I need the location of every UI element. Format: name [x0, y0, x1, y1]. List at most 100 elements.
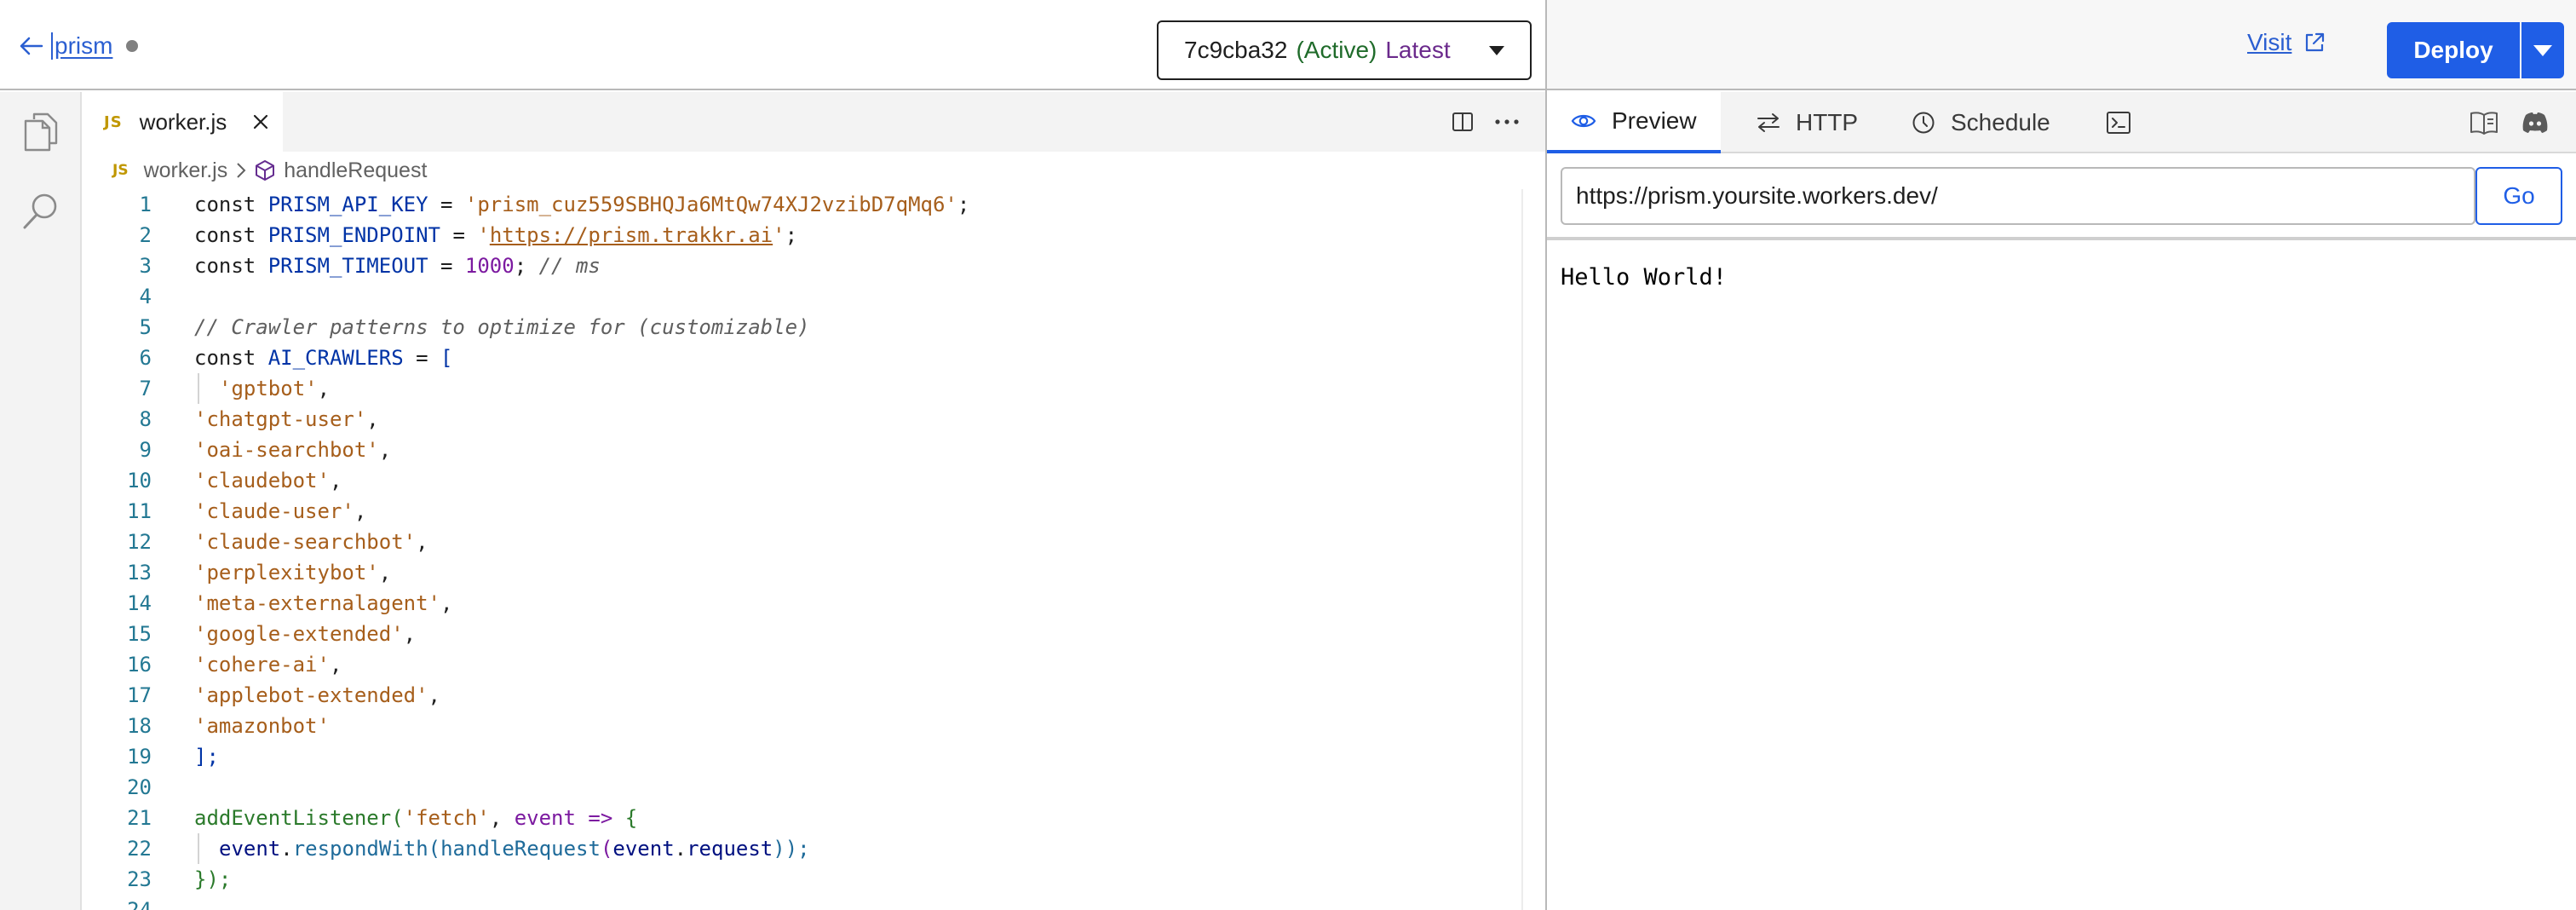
code-line: 21 addEventListener('fetch', event => { [82, 803, 1521, 833]
code-text: 'cohere-ai', [194, 653, 342, 677]
line-number: 13 [127, 561, 152, 585]
line-number: 14 [127, 591, 152, 615]
code-line: 22 event.respondWith(handleRequest(event… [82, 833, 1521, 864]
line-number: 19 [127, 745, 152, 769]
tab-http[interactable]: HTTP [1757, 92, 1858, 153]
code-text: const PRISM_ENDPOINT = 'https://prism.tr… [194, 223, 798, 247]
deploy-button[interactable]: Deploy [2387, 22, 2520, 78]
go-button[interactable]: Go [2475, 167, 2562, 225]
unsaved-indicator [126, 40, 139, 52]
code-line: 7 'gptbot', [82, 373, 1521, 404]
code-line: 9 'oai-searchbot', [82, 435, 1521, 465]
eye-icon [1571, 112, 1596, 130]
code-text: 'claude-searchbot', [194, 530, 428, 554]
tab-worker-js[interactable]: JS worker.js [82, 92, 283, 152]
chevron-down-icon [1489, 46, 1504, 55]
discord-icon[interactable] [2518, 106, 2552, 140]
version-hash: 7c9cba32 [1184, 37, 1288, 63]
breadcrumb: JS worker.js handleRequest [82, 152, 1545, 189]
files-icon[interactable] [20, 111, 61, 152]
code-text: ]; [194, 745, 219, 769]
code-editor[interactable]: 1 const PRISM_API_KEY = 'prism_cuz559SBH… [82, 189, 1521, 910]
tab-label: Preview [1612, 107, 1697, 134]
visit-link[interactable]: Visit [2247, 29, 2326, 56]
split-editor-icon[interactable] [1443, 102, 1482, 141]
close-icon[interactable] [250, 112, 271, 132]
version-select[interactable]: 7c9cba32 (Active) Latest [1157, 20, 1532, 80]
line-number: 2 [139, 223, 152, 247]
tab-preview[interactable]: Preview [1547, 92, 1721, 153]
chevron-right-icon [236, 162, 246, 179]
editor-topbar: prism 7c9cba32 (Active) Latest [0, 0, 1545, 90]
code-text: }); [194, 867, 232, 891]
code-line: 18 'amazonbot' [82, 711, 1521, 741]
code-line: 1 const PRISM_API_KEY = 'prism_cuz559SBH… [82, 189, 1521, 220]
tab-label: Schedule [1951, 109, 2050, 135]
indent-guide [198, 373, 199, 404]
code-text: event.respondWith(handleRequest(event.re… [219, 837, 810, 861]
version-status: (Active) [1296, 37, 1377, 63]
code-text: const PRISM_TIMEOUT = 1000; // ms [194, 254, 601, 278]
line-number: 6 [139, 346, 152, 370]
docs-book-icon[interactable] [2467, 106, 2501, 140]
preview-output: Hello World! [1547, 244, 2576, 910]
code-line: 13 'perplexitybot', [82, 557, 1521, 588]
line-number: 12 [127, 530, 152, 554]
back-link[interactable]: prism [14, 29, 139, 63]
code-line: 5 // Crawler patterns to optimize for (c… [82, 312, 1521, 343]
code-line: 3 const PRISM_TIMEOUT = 1000; // ms [82, 251, 1521, 281]
preview-topbar: Visit Deploy [1547, 0, 2576, 90]
editor-scrollbar[interactable] [1521, 189, 1523, 910]
deploy-options-button[interactable] [2521, 22, 2564, 78]
line-number: 24 [127, 898, 152, 910]
editor-tabbar: JS worker.js [82, 92, 1545, 152]
line-number: 5 [139, 315, 152, 339]
code-line: 2 const PRISM_ENDPOINT = 'https://prism.… [82, 220, 1521, 251]
preview-url-input[interactable] [1561, 167, 2475, 225]
code-line: 19 ]; [82, 741, 1521, 772]
code-link[interactable]: https://prism.trakkr.ai [490, 223, 773, 247]
more-actions-icon[interactable] [1487, 102, 1527, 141]
tab-terminal[interactable] [2106, 92, 2147, 153]
external-link-icon [2303, 32, 2326, 54]
js-file-icon: JS [112, 162, 129, 179]
breadcrumb-symbol[interactable]: handleRequest [284, 158, 427, 183]
code-text: // Crawler patterns to optimize for (cus… [194, 315, 810, 339]
code-line: 23 }); [82, 864, 1521, 895]
tab-schedule[interactable]: Schedule [1912, 92, 2050, 153]
code-line: 16 'cohere-ai', [82, 649, 1521, 680]
code-text: const AI_CRAWLERS = [ [194, 346, 453, 370]
code-text: 'gptbot', [219, 377, 331, 400]
visit-label: Visit [2247, 29, 2292, 55]
code-text: 'oai-searchbot', [194, 438, 392, 462]
line-number: 10 [127, 469, 152, 492]
code-text: 'claudebot', [194, 469, 342, 492]
line-number: 11 [127, 499, 152, 523]
editor-pane: prism 7c9cba32 (Active) Latest JS worker… [0, 0, 1545, 910]
search-icon[interactable] [20, 191, 61, 232]
code-line: 14 'meta-externalagent', [82, 588, 1521, 619]
code-text: const PRISM_API_KEY = 'prism_cuz559SBHQJ… [194, 193, 970, 216]
tab-label: HTTP [1796, 109, 1859, 135]
code-line: 6 const AI_CRAWLERS = [ [82, 343, 1521, 373]
line-number: 1 [139, 193, 152, 216]
line-number: 9 [139, 438, 152, 462]
preview-pane: Visit Deploy Preview HTTP Schedule https… [1547, 0, 2576, 910]
terminal-icon [2106, 111, 2131, 135]
code-text: addEventListener('fetch', event => { [194, 806, 638, 830]
line-number: 21 [127, 806, 152, 830]
code-text: 'chatgpt-user', [194, 407, 379, 431]
line-number: 3 [139, 254, 152, 278]
code-text: 'claude-user', [194, 499, 367, 523]
line-number: 15 [127, 622, 152, 646]
chevron-down-icon [2533, 44, 2552, 56]
code-line: 4 [82, 281, 1521, 312]
preview-tabs: Preview HTTP Schedule [1547, 92, 2576, 153]
breadcrumb-file[interactable]: worker.js [144, 158, 228, 183]
code-line: 11 'claude-user', [82, 496, 1521, 527]
preview-response-text: Hello World! [1561, 264, 1728, 291]
project-name[interactable]: prism [51, 32, 112, 60]
line-number: 18 [127, 714, 152, 738]
code-text: 'meta-externalagent', [194, 591, 453, 615]
method-symbol-icon [255, 159, 275, 181]
